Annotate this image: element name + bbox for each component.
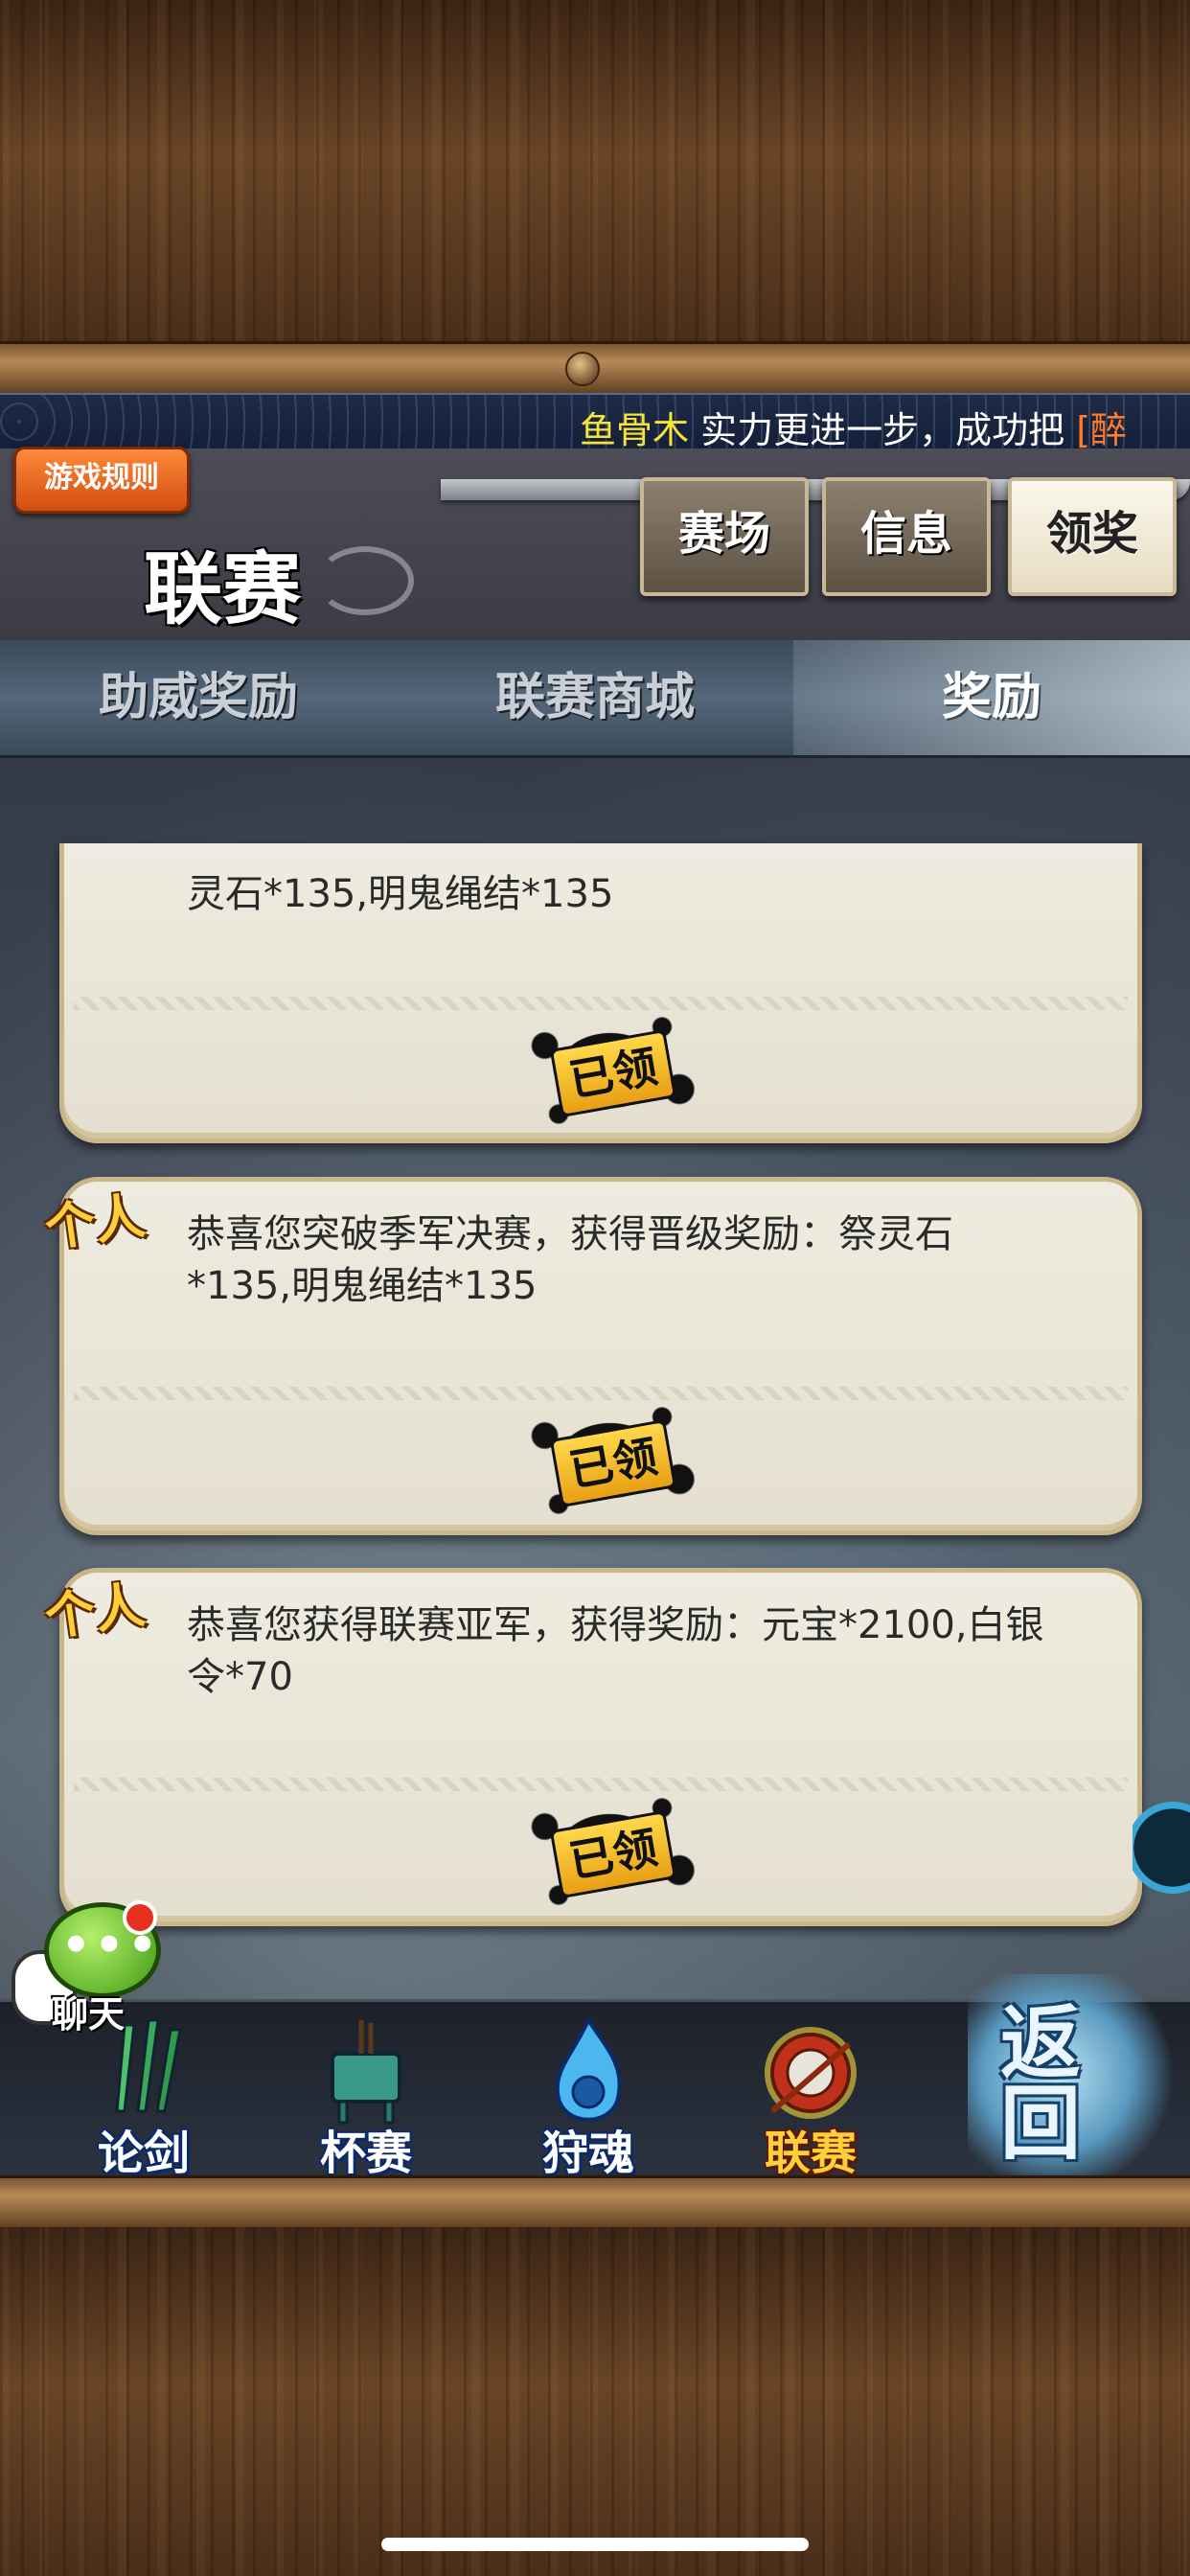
- wood-frame-top: [0, 0, 1190, 345]
- broadcast-marquee: 鱼骨木 实力更进一步，成功把 [醉: [0, 393, 1190, 450]
- sub-tab-bar: 助威奖励 联赛商城 奖励: [0, 640, 1190, 758]
- claimed-stamp: 已领: [524, 1008, 697, 1133]
- wood-rail-top: [0, 341, 1190, 397]
- chat-label: 聊天: [52, 1993, 126, 2036]
- subtab-league-shop[interactable]: 联赛商城: [397, 640, 793, 755]
- claimed-stamp: 已领: [524, 1398, 697, 1523]
- nav-label: 联赛: [764, 2127, 857, 2180]
- claimed-stamp: 已领: [524, 1789, 697, 1914]
- tab-arena[interactable]: 赛场: [640, 477, 809, 596]
- rail-knob: [565, 352, 600, 386]
- reward-message: 灵石*135,明鬼绳结*135: [187, 872, 614, 916]
- blue-flame-icon: [555, 2015, 622, 2122]
- drum-icon: [765, 2027, 857, 2119]
- chat-button[interactable]: ••• 聊天: [6, 1900, 161, 2036]
- nav-item-liansai[interactable]: 联赛: [715, 2002, 906, 2180]
- title-swirl-decoration: [316, 546, 414, 615]
- bronze-cauldron-icon: [331, 2020, 401, 2125]
- marquee-message: 实力更进一步，成功把: [689, 409, 1077, 450]
- reward-card: 灵石*135,明鬼绳结*135 已领: [59, 843, 1142, 1143]
- chat-dots-icon: •••: [61, 1919, 162, 1972]
- game-rules-button[interactable]: 游戏规则: [13, 447, 190, 514]
- nav-label: 狩魂: [541, 2127, 634, 2180]
- tab-info[interactable]: 信息: [822, 477, 991, 596]
- home-indicator[interactable]: [381, 2538, 809, 2551]
- marquee-text: 鱼骨木 实力更进一步，成功把 [醉: [580, 401, 1128, 450]
- side-feature-icon[interactable]: [1133, 1790, 1190, 1905]
- notification-dot: [123, 1900, 157, 1935]
- reward-message: 恭喜您获得联赛亚军，获得奖励：元宝*2100,白银令*70: [187, 1603, 1044, 1699]
- tab-claim-reward[interactable]: 领奖: [1008, 477, 1177, 596]
- reward-card: 恭喜您突破季军决赛，获得晋级奖励：祭灵石*135,明鬼绳结*135 已领: [59, 1177, 1142, 1535]
- reward-message: 恭喜您突破季军决赛，获得晋级奖励：祭灵石*135,明鬼绳结*135: [187, 1212, 953, 1308]
- personal-badge: 个人: [41, 1186, 149, 1258]
- marquee-tag: [醉: [1076, 409, 1128, 450]
- nav-label: 杯赛: [319, 2127, 412, 2180]
- wood-frame-bottom: [0, 2227, 1190, 2576]
- subtab-rewards[interactable]: 奖励: [793, 640, 1190, 755]
- back-button[interactable]: 返回: [968, 1974, 1190, 2175]
- reward-card: 恭喜您获得联赛亚军，获得奖励：元宝*2100,白银令*70 已领: [59, 1568, 1142, 1926]
- nav-label: 论剑: [97, 2127, 190, 2180]
- subtab-cheer-rewards[interactable]: 助威奖励: [0, 640, 397, 755]
- page-title: 联赛: [144, 543, 302, 635]
- nav-item-beisai[interactable]: 杯赛: [270, 2002, 462, 2180]
- personal-badge: 个人: [41, 1576, 149, 1647]
- back-label: 返回: [1000, 1995, 1082, 2171]
- marquee-player-name: 鱼骨木: [580, 409, 690, 450]
- nav-item-shouhun[interactable]: 狩魂: [492, 2002, 684, 2180]
- wood-rail-bottom: [0, 2175, 1190, 2231]
